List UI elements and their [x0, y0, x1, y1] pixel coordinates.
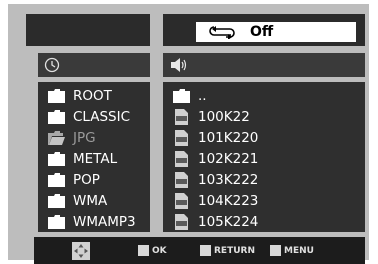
screen: Off ROOT CLASSIC JPG METAL POP WMA WMAMP…	[8, 4, 369, 264]
speaker-icon	[171, 58, 187, 72]
folder-item-pop[interactable]: POP	[38, 170, 100, 190]
folder-label: METAL	[73, 151, 118, 167]
folder-label: ROOT	[73, 88, 112, 104]
folder-label: JPG	[73, 130, 96, 146]
file-label: 102K221	[198, 151, 259, 167]
jpg-file-icon	[173, 151, 191, 167]
folder-item-metal[interactable]: METAL	[38, 149, 117, 169]
folder-icon	[48, 109, 66, 125]
file-label: 100K22	[198, 109, 250, 125]
top-left-panel	[26, 14, 150, 46]
file-list: .. 100K22 101K220 102K221 103K222 104K22…	[163, 82, 365, 232]
folder-list: ROOT CLASSIC JPG METAL POP WMA WMAMP3	[38, 82, 150, 232]
file-item[interactable]: 105K224	[163, 212, 258, 232]
folder-label: WMAMP3	[73, 214, 136, 230]
file-label: 104K223	[198, 193, 259, 209]
menu-label: MENU	[284, 245, 314, 256]
folder-label: CLASSIC	[73, 109, 131, 125]
file-label: 105K224	[198, 214, 259, 230]
folder-label: POP	[73, 172, 100, 188]
ok-label: OK	[152, 245, 167, 256]
menu-button[interactable]: MENU	[270, 237, 314, 264]
file-item[interactable]: 102K221	[163, 149, 258, 169]
file-item[interactable]: 100K22	[163, 107, 250, 127]
file-label: ..	[198, 88, 207, 104]
footer-bar: OK RETURN MENU	[34, 237, 365, 264]
file-item[interactable]: 104K223	[163, 191, 258, 211]
file-item-parent[interactable]: ..	[163, 86, 207, 106]
folder-icon	[48, 193, 66, 209]
file-panel-header	[163, 53, 365, 77]
direction-pad[interactable]	[72, 237, 90, 264]
return-label: RETURN	[214, 245, 255, 256]
file-item[interactable]: 101K220	[163, 128, 258, 148]
jpg-file-icon	[173, 130, 191, 146]
clock-icon	[44, 57, 60, 73]
folder-icon	[48, 172, 66, 188]
repeat-panel: Off	[163, 14, 365, 46]
folder-item-wma[interactable]: WMA	[38, 191, 107, 211]
folder-item-wmamp3[interactable]: WMAMP3	[38, 212, 136, 232]
folder-open-icon	[48, 130, 66, 146]
folder-panel-header	[38, 53, 150, 77]
folder-item-root[interactable]: ROOT	[38, 86, 112, 106]
folder-label: WMA	[73, 193, 108, 209]
return-key-icon	[200, 245, 211, 256]
folder-icon	[173, 88, 191, 104]
ok-key-icon	[138, 245, 149, 256]
jpg-file-icon	[173, 193, 191, 209]
repeat-mode-box[interactable]: Off	[196, 22, 356, 42]
jpg-file-icon	[173, 109, 191, 125]
ok-button[interactable]: OK	[138, 237, 167, 264]
jpg-file-icon	[173, 214, 191, 230]
menu-key-icon	[270, 245, 281, 256]
file-item[interactable]: 103K222	[163, 170, 258, 190]
return-button[interactable]: RETURN	[200, 237, 255, 264]
folder-icon	[48, 151, 66, 167]
folder-item-classic[interactable]: CLASSIC	[38, 107, 130, 127]
direction-pad-icon	[72, 241, 90, 260]
file-label: 101K220	[198, 130, 259, 146]
folder-icon	[48, 214, 66, 230]
repeat-icon	[209, 26, 235, 39]
repeat-value: Off	[250, 24, 274, 40]
jpg-file-icon	[173, 172, 191, 188]
folder-item-jpg[interactable]: JPG	[38, 128, 96, 148]
folder-icon	[48, 88, 66, 104]
file-label: 103K222	[198, 172, 259, 188]
